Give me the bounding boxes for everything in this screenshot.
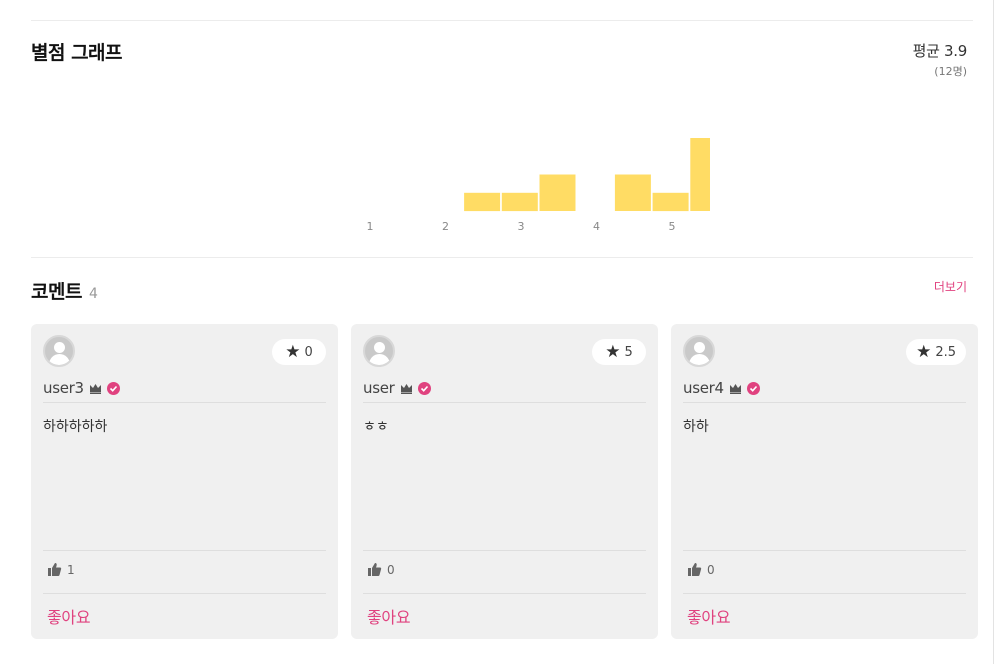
- histogram-bar: [614, 174, 651, 211]
- page-container: 별점 그래프 평균 3.9 (12명) 1 2 3 4 5 코멘트 4 더보기 ★ 0 …: [0, 0, 994, 664]
- average-rating-block: 평균 3.9 (12명): [912, 40, 968, 79]
- card-divider: [683, 593, 966, 594]
- rating-value: 5: [624, 344, 633, 360]
- card-divider: [363, 550, 646, 551]
- default-avatar-icon[interactable]: [43, 335, 75, 367]
- card-divider: [363, 402, 646, 403]
- like-count: 0: [707, 562, 715, 577]
- crown-icon: [400, 382, 413, 395]
- card-divider: [43, 402, 326, 403]
- star-icon: ★: [285, 341, 301, 362]
- comment-card: ★ 2.5 user4 하하 0 좋아요: [671, 324, 978, 639]
- comments-count: 4: [88, 286, 98, 302]
- user-name[interactable]: user: [363, 379, 395, 397]
- histogram-tick-label: 5: [669, 220, 676, 233]
- card-divider: [363, 593, 646, 594]
- rating-value: 0: [304, 344, 313, 360]
- histogram-bar: [501, 192, 538, 212]
- more-comments-link[interactable]: 더보기: [934, 278, 967, 295]
- rating-count: (12명): [934, 65, 967, 78]
- section-divider: [31, 257, 973, 258]
- rating-badge: ★ 2.5: [906, 339, 966, 365]
- like-button[interactable]: 좋아요: [47, 604, 91, 628]
- comment-card: ★ 0 user3 하하하하하 1 좋아요: [31, 324, 338, 639]
- card-divider: [43, 593, 326, 594]
- thumbs-up-icon: [367, 562, 382, 577]
- comment-text: ㅎㅎ: [363, 419, 389, 435]
- user-name[interactable]: user4: [683, 379, 724, 397]
- histogram-tick-label: 4: [593, 220, 600, 233]
- like-count: 0: [387, 562, 395, 577]
- top-divider: [31, 20, 973, 21]
- like-count-row: 0: [367, 562, 395, 577]
- like-count: 1: [67, 562, 75, 577]
- star-icon: ★: [916, 341, 932, 362]
- histogram-bar: [652, 192, 689, 212]
- user-name[interactable]: user3: [43, 379, 84, 397]
- crown-icon: [729, 382, 742, 395]
- comments-title: 코멘트: [31, 281, 82, 303]
- rating-badge: ★ 5: [592, 339, 646, 365]
- verified-badge-icon: [746, 381, 760, 395]
- verified-badge-icon: [106, 381, 120, 395]
- default-avatar-icon[interactable]: [683, 335, 715, 367]
- comment-text: 하하하하하: [43, 419, 108, 435]
- comment-text: 하하: [683, 419, 709, 435]
- card-divider: [683, 402, 966, 403]
- rating-badge: ★ 0: [272, 339, 326, 365]
- histogram-tick-label: 3: [518, 220, 525, 233]
- card-divider: [43, 550, 326, 551]
- histogram-tick-label: 1: [367, 220, 374, 233]
- thumbs-up-icon: [687, 562, 702, 577]
- user-row: user: [363, 379, 431, 397]
- comments-header: 코멘트 4: [31, 277, 98, 304]
- histogram-bar: [464, 192, 501, 212]
- histogram-bar: [539, 174, 576, 211]
- rating-value: 2.5: [935, 344, 956, 360]
- rating-graph-title: 별점 그래프: [31, 42, 123, 64]
- histogram-bar: [690, 138, 710, 211]
- like-button[interactable]: 좋아요: [687, 604, 731, 628]
- verified-badge-icon: [417, 381, 431, 395]
- comment-card: ★ 5 user ㅎㅎ 0 좋아요: [351, 324, 658, 639]
- rating-histogram: 1 2 3 4 5: [350, 120, 710, 240]
- average-rating: 평균 3.9: [912, 42, 968, 60]
- user-row: user3: [43, 379, 120, 397]
- rating-histogram-svg: 1 2 3 4 5: [367, 138, 710, 233]
- default-avatar-icon[interactable]: [363, 335, 395, 367]
- like-count-row: 0: [687, 562, 715, 577]
- card-divider: [683, 550, 966, 551]
- like-count-row: 1: [47, 562, 75, 577]
- thumbs-up-icon: [47, 562, 62, 577]
- crown-icon: [89, 382, 102, 395]
- user-row: user4: [683, 379, 760, 397]
- star-icon: ★: [605, 341, 621, 362]
- histogram-tick-label: 2: [442, 220, 449, 233]
- like-button[interactable]: 좋아요: [367, 604, 411, 628]
